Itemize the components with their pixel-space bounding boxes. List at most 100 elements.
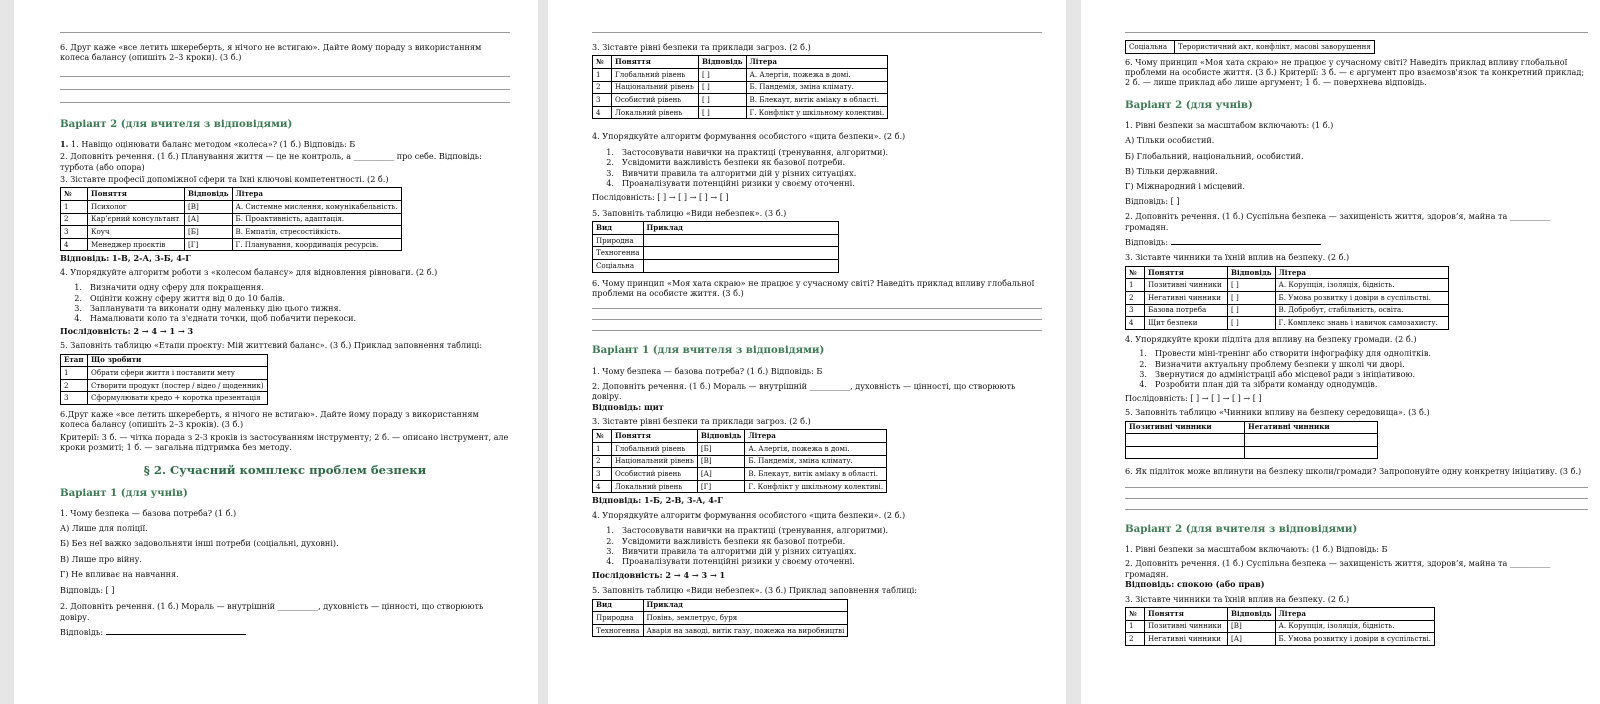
list-item: 3. Звернутися до адміністрації або місцев… bbox=[1125, 369, 1588, 379]
table-cell: Локальний рівень bbox=[611, 105, 699, 120]
list-item-number: 4. bbox=[606, 556, 614, 567]
table-header-cell: № bbox=[1125, 606, 1145, 621]
table-cell: А. Корупція, ізоляція, бідність. bbox=[1274, 278, 1449, 293]
answer-3: Відповідь: 1-В, 2-А, 3-Б, 4-Г bbox=[60, 253, 510, 263]
table-cell: Природна bbox=[592, 233, 644, 248]
table-row: 1 Психолог [В] А. Системне мислення, комуні… bbox=[60, 200, 402, 214]
table-header-cell: Літера bbox=[231, 187, 402, 202]
answer-1: 1. Чому безпека — базова потреба? (1 б.)… bbox=[592, 366, 823, 377]
table-cell: 2 bbox=[1125, 632, 1145, 646]
table-row: Техногенна bbox=[592, 246, 839, 260]
list-item: 3. Запланувати та виконати одну маленьку … bbox=[60, 303, 510, 313]
list-item: 4. Проаналізувати потенційні ризики у сво… bbox=[592, 556, 1042, 566]
table-cell: Створити продукт (постер / відео / щоден… bbox=[87, 378, 268, 393]
list-item: 1. Провести міні-тренінг або створити інф… bbox=[1125, 348, 1588, 358]
table-cell: В. Добробут, стабільність, освіта. bbox=[1274, 303, 1449, 318]
list-item-number: 1. bbox=[74, 282, 82, 293]
hazards-table-answers: Вид Приклад Природна Повінь, землетрус, бур… bbox=[592, 598, 849, 638]
table-cell: Сформулювати кредо + коротка презентація bbox=[87, 391, 268, 406]
list-item-text: Усвідомити важливість безпеки як базової… bbox=[622, 157, 846, 168]
list-item-text: Розробити план дій та зібрати команду од… bbox=[1155, 379, 1378, 390]
answer-option: Б) Без неї важко задовольняти інші потре… bbox=[60, 538, 339, 549]
table-cell: В. Емпатія, стресостійкість. bbox=[231, 225, 402, 239]
table-cell: [ ] bbox=[1227, 291, 1276, 305]
table-cell: [Б] bbox=[696, 442, 746, 456]
answer-2-value: Відповідь: спокою (або прав) bbox=[1125, 579, 1588, 589]
table-header-cell: Приклад bbox=[642, 598, 849, 613]
table-cell: [ ] bbox=[698, 105, 747, 120]
table-cell: [А] bbox=[696, 467, 746, 481]
list-item-number: 4. bbox=[74, 313, 82, 324]
table-row: Техногенна Аварія на заводі, витік газу, … bbox=[592, 623, 849, 638]
table-cell: Негативні чинники bbox=[1144, 632, 1228, 646]
list-item-text: Вивчити правила та алгоритми дій у різни… bbox=[622, 546, 857, 557]
list-item: 4. Розробити план дій та зібрати команду … bbox=[1125, 379, 1588, 389]
table-header-cell: Поняття bbox=[87, 187, 185, 202]
table-cell: Г. Планування, координація ресурсів. bbox=[231, 237, 402, 252]
list-item-text: Усвідомити важливість безпеки як базової… bbox=[622, 535, 846, 546]
table-header-cell: Відповідь bbox=[1227, 265, 1276, 280]
options-list: А) Лише для поліції. Б) Без неї важко зад… bbox=[60, 523, 510, 580]
matching-table: № Поняття Відповідь Літера 1 Глобальний рівен… bbox=[592, 55, 889, 120]
table-header-cell: № bbox=[60, 187, 88, 202]
question-6: 6. Чому принцип «Моя хата скраю» не прац… bbox=[592, 277, 1035, 298]
list-item-number: 1. bbox=[606, 525, 614, 536]
answer-line bbox=[1125, 497, 1588, 499]
question-4: 4. Упорядкуйте кроки підліта для впливу … bbox=[1125, 333, 1417, 344]
table-cell: [ ] bbox=[698, 93, 747, 107]
table-row bbox=[1125, 433, 1378, 447]
table-cell: В. Блекаут, витік аміаку в області. bbox=[745, 93, 889, 107]
table-row: 1 Глобальний рівень[ ] А. Алергія, пожежа … bbox=[592, 68, 889, 82]
answer-underline bbox=[105, 626, 246, 635]
table-cell: [А] bbox=[184, 212, 233, 227]
table-header-row: № Поняття Відповідь Літера bbox=[592, 55, 889, 69]
table-cell: Локальний рівень bbox=[611, 479, 698, 494]
question-1: 1. Чому безпека — базова потреба? (1 б.) bbox=[60, 507, 237, 518]
table-header-cell: Відповідь bbox=[698, 55, 747, 69]
list-item-number: 4. bbox=[1139, 379, 1147, 390]
table-cell: Глобальний рівень bbox=[611, 68, 699, 82]
list-item-text: Провести міні-тренінг або створити інфог… bbox=[1155, 348, 1431, 359]
table-cell: 4 bbox=[592, 105, 612, 120]
table-cell: 3 bbox=[60, 225, 88, 239]
variant-heading: Варіант 1 (для учнів) bbox=[60, 486, 188, 499]
table-row: 4 Менеджер проєктів [Г] Г. Планування, коор… bbox=[60, 237, 402, 252]
question-6b: 6. Як підліток може вплинути на безпеку … bbox=[1125, 466, 1582, 477]
table-row: 2 Кар’єрний консультант [А] Б. Проактивніст… bbox=[60, 212, 402, 227]
answer-option: Б) Глобальний, національний, особистий. bbox=[1125, 150, 1304, 161]
table-row: Природна bbox=[592, 233, 839, 248]
list-item-number: 1. bbox=[1139, 348, 1147, 359]
table-cell: А. Алергія, пожежа в домі. bbox=[744, 442, 888, 456]
answer-3: 3. Зіставте чинники та їхній вплив на бе… bbox=[1125, 593, 1350, 604]
list-item: 3. Вивчити правила та алгоритми дій у різ… bbox=[592, 168, 1042, 178]
question-2: 2. Доповніть речення. (1 б.) Мораль — вн… bbox=[60, 601, 484, 622]
sequence-answer-text: Послідовність: 2 → 4 → 1 → 3 bbox=[60, 325, 194, 336]
table-row: 4 Щит безпеки[ ] Г. Комплекс знань і навич… bbox=[1125, 316, 1449, 330]
table-cell: Б. Умова розвитку і довіри в суспільстві… bbox=[1274, 632, 1435, 646]
table-cell: 3 bbox=[592, 467, 612, 481]
table-row: 1 Позитивні чинники [В] А. Корупція, ізоляц… bbox=[1125, 619, 1435, 634]
table-cell bbox=[1125, 433, 1245, 447]
answer-line bbox=[1125, 508, 1588, 510]
table-header-cell: № bbox=[592, 429, 612, 444]
answer-2: 2. Доповніть речення. (1 б.) Суспільна б… bbox=[1125, 558, 1551, 579]
table-row: 3 Особистий рівень[ ] В. Блекаут, витік ам… bbox=[592, 93, 889, 107]
answer-line bbox=[60, 88, 510, 90]
list-item-text: Вивчити правила та алгоритми дій у різни… bbox=[622, 167, 857, 178]
page-rule bbox=[1125, 32, 1588, 33]
table-cell: А. Корупція, ізоляція, бідність. bbox=[1274, 619, 1435, 634]
answer-option: Г) Не впливає на навчання. bbox=[60, 569, 179, 580]
table-cell: Національний рівень bbox=[611, 454, 698, 469]
table-cell: [Г] bbox=[184, 237, 233, 252]
table-cell: 1 bbox=[1125, 278, 1145, 293]
table-row: 3 Базова потреба[ ] В. Добробут, стабільні… bbox=[1125, 303, 1449, 318]
list-item-number: 2. bbox=[74, 292, 82, 303]
list-item-number: 2. bbox=[606, 157, 614, 168]
table-cell: 2 bbox=[1125, 291, 1145, 305]
list-item-number: 2. bbox=[606, 535, 614, 546]
table-cell bbox=[1244, 433, 1378, 447]
table-cell: 2 bbox=[592, 80, 612, 95]
table-row: 1 Обрати сфери життя і поставити мету bbox=[60, 366, 268, 380]
table-cell: 4 bbox=[1125, 316, 1145, 330]
table-cell: Негативні чинники bbox=[1144, 291, 1228, 305]
